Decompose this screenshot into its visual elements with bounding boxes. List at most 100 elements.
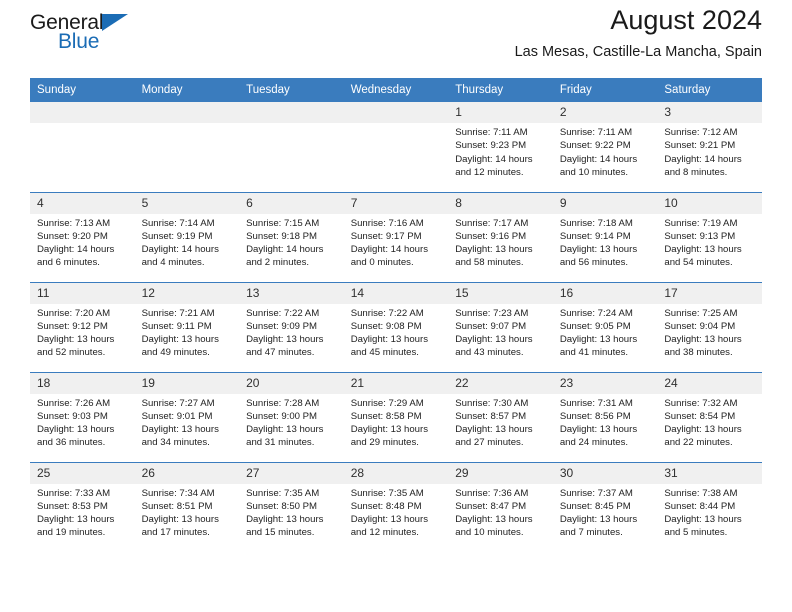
day-cell[interactable]: 14 Sunrise: 7:22 AM Sunset: 9:08 PM Dayligh… [343, 281, 449, 372]
page-header: General Blue August 2024 Las Mesas, Cast… [30, 0, 762, 78]
day-number: 24 [657, 372, 762, 394]
day-cell[interactable]: 26 Sunrise: 7:34 AM Sunset: 8:51 PM Dayligh… [134, 461, 240, 552]
weekday-header-monday: Monday [134, 78, 240, 102]
day-details: Sunrise: 7:15 AM Sunset: 9:18 PM Daylight:… [239, 214, 344, 270]
day-cell[interactable]: 23 Sunrise: 7:31 AM Sunset: 8:56 PM Dayligh… [552, 371, 658, 462]
day-cell[interactable]: 20 Sunrise: 7:28 AM Sunset: 9:00 PM Dayligh… [239, 371, 344, 462]
calendar-body: 1 Sunrise: 7:11 AM Sunset: 9:23 PM Daylight… [30, 102, 762, 552]
daylight-text: Daylight: 13 hours [559, 424, 638, 436]
day-cell[interactable]: 27 Sunrise: 7:35 AM Sunset: 8:50 PM Dayligh… [239, 461, 344, 552]
day-number: 19 [134, 372, 240, 394]
sunrise-text: Sunrise: 7:29 AM [350, 397, 424, 409]
sunrise-text: Sunrise: 7:19 AM [664, 217, 738, 229]
sunrise-text: Sunrise: 7:33 AM [37, 487, 111, 499]
day-details: Sunrise: 7:29 AM Sunset: 8:58 PM Daylight:… [344, 394, 449, 450]
day-number [239, 102, 344, 123]
day-cell[interactable]: 4 Sunrise: 7:13 AM Sunset: 9:20 PM Daylight… [30, 191, 135, 282]
day-number: 2 [552, 102, 658, 123]
day-cell[interactable]: 22 Sunrise: 7:30 AM Sunset: 8:57 PM Dayligh… [448, 371, 553, 462]
day-cell[interactable]: 17 Sunrise: 7:25 AM Sunset: 9:04 PM Dayligh… [657, 281, 762, 372]
weekday-header-wednesday: Wednesday [343, 78, 449, 102]
day-cell[interactable]: 7 Sunrise: 7:16 AM Sunset: 9:17 PM Daylight… [343, 191, 449, 282]
daylight-text: and 4 minutes. [141, 257, 205, 269]
sunset-text: Sunset: 9:03 PM [37, 410, 108, 422]
sunset-text: Sunset: 8:57 PM [455, 410, 527, 422]
sunrise-text: Sunrise: 7:15 AM [246, 217, 320, 229]
day-details: Sunrise: 7:35 AM Sunset: 8:50 PM Daylight:… [239, 484, 344, 540]
day-cell[interactable]: 16 Sunrise: 7:24 AM Sunset: 9:05 PM Dayligh… [552, 281, 658, 372]
day-number: 11 [30, 282, 135, 304]
day-cell[interactable]: 13 Sunrise: 7:22 AM Sunset: 9:09 PM Dayligh… [239, 281, 344, 372]
day-cell[interactable]: 19 Sunrise: 7:27 AM Sunset: 9:01 PM Dayligh… [134, 371, 240, 462]
day-cell[interactable]: 25 Sunrise: 7:33 AM Sunset: 8:53 PM Dayligh… [30, 461, 135, 552]
brand-logo[interactable]: General Blue [30, 12, 150, 62]
day-details: Sunrise: 7:31 AM Sunset: 8:56 PM Daylight:… [553, 394, 658, 450]
day-cell[interactable]: 21 Sunrise: 7:29 AM Sunset: 8:58 PM Dayligh… [343, 371, 449, 462]
day-number: 4 [30, 192, 135, 214]
day-details: Sunrise: 7:36 AM Sunset: 8:47 PM Daylight:… [448, 484, 553, 540]
day-number: 23 [552, 372, 658, 394]
day-details: Sunrise: 7:20 AM Sunset: 9:12 PM Daylight:… [30, 304, 135, 360]
day-cell[interactable]: 28 Sunrise: 7:35 AM Sunset: 8:48 PM Dayligh… [343, 461, 449, 552]
day-cell[interactable]: 29 Sunrise: 7:36 AM Sunset: 8:47 PM Dayligh… [448, 461, 553, 552]
day-cell[interactable]: 2 Sunrise: 7:11 AM Sunset: 9:22 PM Daylight… [552, 102, 658, 192]
day-cell[interactable]: 10 Sunrise: 7:19 AM Sunset: 9:13 PM Dayligh… [657, 191, 762, 282]
sunset-text: Sunset: 9:01 PM [141, 410, 213, 422]
daylight-text: and 29 minutes. [350, 437, 419, 449]
daylight-text: Daylight: 13 hours [246, 334, 324, 346]
daylight-text: Daylight: 14 hours [37, 244, 115, 256]
day-cell[interactable]: 12 Sunrise: 7:21 AM Sunset: 9:11 PM Dayligh… [134, 281, 240, 372]
daylight-text: and 52 minutes. [37, 347, 106, 359]
day-cell[interactable]: 3 Sunrise: 7:12 AM Sunset: 9:21 PM Daylight… [657, 102, 762, 192]
daylight-text: and 12 minutes. [455, 166, 524, 178]
sunset-text: Sunset: 9:00 PM [246, 410, 318, 422]
sunrise-text: Sunrise: 7:14 AM [141, 217, 215, 229]
day-cell[interactable]: 24 Sunrise: 7:32 AM Sunset: 8:54 PM Dayligh… [657, 371, 762, 462]
day-cell[interactable]: 9 Sunrise: 7:18 AM Sunset: 9:14 PM Daylight… [552, 191, 658, 282]
daylight-text: and 22 minutes. [664, 437, 733, 449]
daylight-text: Daylight: 13 hours [350, 514, 429, 526]
day-cell[interactable]: 30 Sunrise: 7:37 AM Sunset: 8:45 PM Dayligh… [552, 461, 658, 552]
daylight-text: and 8 minutes. [664, 166, 728, 178]
sunrise-text: Sunrise: 7:35 AM [246, 487, 320, 499]
day-details: Sunrise: 7:22 AM Sunset: 9:09 PM Daylight:… [239, 304, 344, 360]
day-cell[interactable]: 6 Sunrise: 7:15 AM Sunset: 9:18 PM Daylight… [239, 191, 344, 282]
day-details: Sunrise: 7:17 AM Sunset: 9:16 PM Daylight:… [448, 214, 553, 270]
day-details: Sunrise: 7:38 AM Sunset: 8:44 PM Daylight:… [657, 484, 762, 540]
daylight-text: and 47 minutes. [246, 347, 315, 359]
day-number: 6 [239, 192, 344, 214]
daylight-text: and 10 minutes. [559, 166, 629, 178]
day-cell[interactable]: 15 Sunrise: 7:23 AM Sunset: 9:07 PM Dayligh… [448, 281, 553, 372]
daylight-text: Daylight: 13 hours [141, 514, 219, 526]
calendar-page: General Blue August 2024 Las Mesas, Cast… [0, 0, 792, 612]
day-details: Sunrise: 7:22 AM Sunset: 9:08 PM Daylight:… [344, 304, 449, 360]
calendar-week-row: 4 Sunrise: 7:13 AM Sunset: 9:20 PM Daylight… [30, 191, 762, 282]
day-details: Sunrise: 7:28 AM Sunset: 9:00 PM Daylight:… [239, 394, 344, 450]
day-cell-empty [134, 102, 240, 192]
day-cell[interactable]: 8 Sunrise: 7:17 AM Sunset: 9:16 PM Daylight… [448, 191, 553, 282]
daylight-text: Daylight: 13 hours [559, 244, 638, 256]
daylight-text: and 41 minutes. [559, 347, 629, 359]
day-details: Sunrise: 7:34 AM Sunset: 8:51 PM Daylight:… [135, 484, 240, 540]
day-number: 5 [134, 192, 240, 214]
day-number: 9 [552, 192, 658, 214]
daylight-text: Daylight: 14 hours [455, 153, 533, 165]
day-cell[interactable]: 11 Sunrise: 7:20 AM Sunset: 9:12 PM Dayligh… [30, 281, 135, 372]
sunset-text: Sunset: 9:17 PM [350, 230, 422, 242]
calendar-week-row: 11 Sunrise: 7:20 AM Sunset: 9:12 PM Dayligh… [30, 281, 762, 372]
title-block: August 2024 Las Mesas, Castille-La Manch… [515, 5, 762, 61]
day-cell[interactable]: 5 Sunrise: 7:14 AM Sunset: 9:19 PM Daylight… [134, 191, 240, 282]
sunset-text: Sunset: 8:44 PM [664, 500, 736, 512]
day-cell[interactable]: 1 Sunrise: 7:11 AM Sunset: 9:23 PM Daylight… [448, 102, 553, 192]
day-details [135, 123, 240, 126]
sunrise-text: Sunrise: 7:23 AM [455, 307, 529, 319]
daylight-text: Daylight: 14 hours [246, 244, 324, 256]
day-cell[interactable]: 18 Sunrise: 7:26 AM Sunset: 9:03 PM Dayligh… [30, 371, 135, 462]
weekday-header-tuesday: Tuesday [239, 78, 344, 102]
sunset-text: Sunset: 9:14 PM [559, 230, 631, 242]
sunset-text: Sunset: 9:21 PM [664, 140, 736, 152]
daylight-text: Daylight: 13 hours [664, 514, 742, 526]
day-cell[interactable]: 31 Sunrise: 7:38 AM Sunset: 8:44 PM Dayligh… [657, 461, 762, 552]
daylight-text: Daylight: 13 hours [664, 424, 742, 436]
sunrise-text: Sunrise: 7:27 AM [141, 397, 215, 409]
